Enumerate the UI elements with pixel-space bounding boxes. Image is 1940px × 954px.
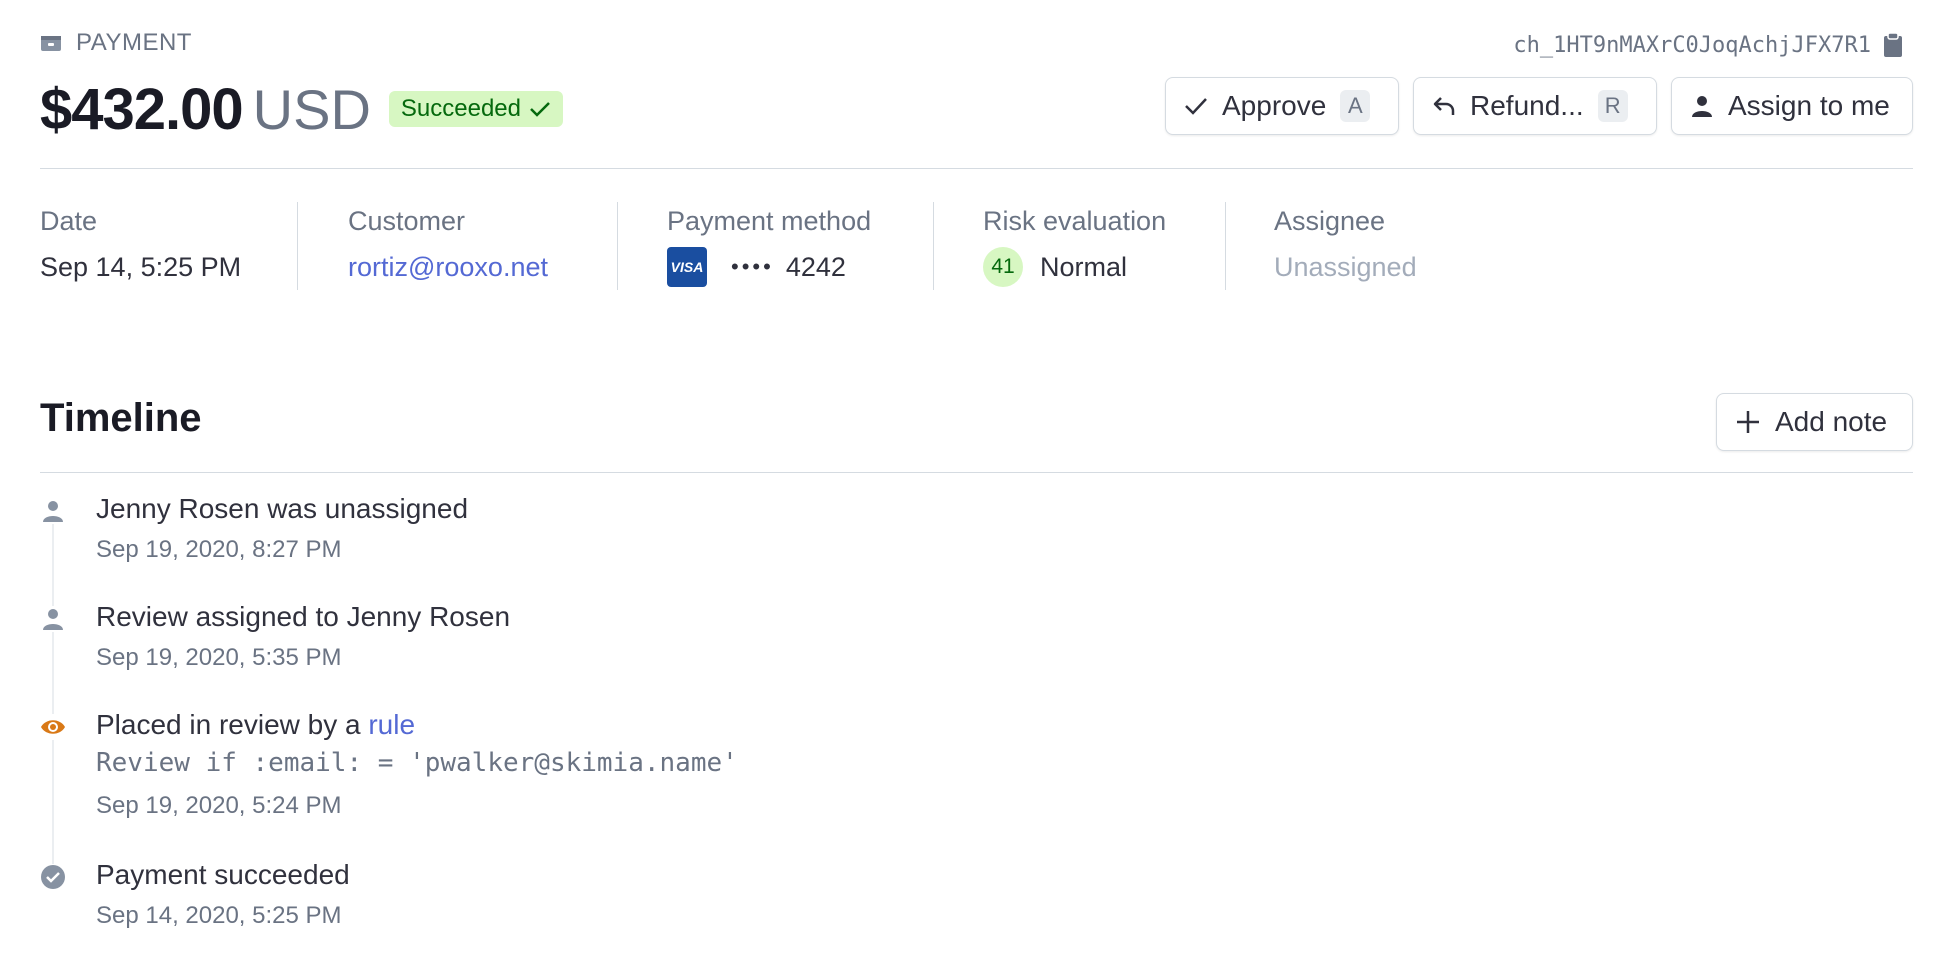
object-type-label: PAYMENT [40, 28, 192, 58]
status-badge-text: Succeeded [400, 95, 521, 122]
timeline-event-time: Sep 14, 2020, 5:25 PM [96, 902, 342, 929]
object-type-text: PAYMENT [76, 29, 192, 56]
summary-separator [297, 202, 298, 290]
amount-row: $432.00 USD Succeeded [40, 74, 563, 144]
refund-button[interactable]: Refund... R [1413, 77, 1657, 135]
timeline-event-time: Sep 19, 2020, 5:24 PM [96, 792, 342, 819]
risk-value: 41 Normal [983, 246, 1166, 288]
timeline-event-time: Sep 19, 2020, 8:27 PM [96, 536, 342, 563]
charge-id: ch_1HT9nMAXrC0JoqAchjJFX7R1 [1513, 28, 1903, 62]
customer-email-link[interactable]: rortiz@rooxo.net [348, 246, 548, 288]
rule-expression: Review if :email: = 'pwalker@skimia.name… [96, 748, 738, 778]
check-icon [530, 102, 550, 117]
customer-label: Customer [348, 206, 466, 236]
payment-currency: USD [252, 77, 371, 141]
person-icon [40, 498, 66, 524]
timeline-event-title: Jenny Rosen was unassigned [96, 493, 469, 524]
risk-level: Normal [1040, 252, 1128, 282]
assign-label: Assign to me [1728, 90, 1890, 121]
header-divider [40, 168, 1913, 169]
timeline-event-title-prefix: Placed in review by a [96, 709, 361, 740]
summary-payment-method: Payment method VISA •••• 4242 [667, 202, 871, 288]
check-icon [1185, 98, 1207, 115]
summary-risk: Risk evaluation 41 Normal [983, 202, 1166, 288]
payment-icon [41, 36, 61, 51]
charge-id-text: ch_1HT9nMAXrC0JoqAchjJFX7R1 [1513, 32, 1871, 58]
rule-link[interactable]: rule [368, 709, 415, 740]
add-note-label: Add note [1775, 406, 1888, 437]
payment-amount: $432.00 [40, 76, 244, 142]
visa-card-icon: VISA [667, 247, 707, 287]
timeline-event-title: Review assigned to Jenny Rosen [96, 601, 511, 632]
date-label: Date [40, 206, 98, 236]
summary-assignee: Assignee Unassigned [1274, 202, 1417, 288]
summary-date: Date Sep 14, 5:25 PM [40, 202, 241, 288]
plus-icon [1737, 411, 1759, 433]
timeline-event-title: Payment succeeded [96, 859, 350, 890]
approve-shortcut: A [1340, 90, 1371, 122]
timeline-heading: Timeline [40, 396, 202, 440]
payment-method-value: VISA •••• 4242 [667, 246, 871, 288]
card-last4: 4242 [785, 252, 846, 282]
approve-label: Approve [1222, 90, 1327, 121]
eye-icon [40, 714, 66, 740]
risk-score-badge: 41 [983, 247, 1023, 287]
approve-button[interactable]: Approve A [1165, 77, 1399, 135]
assignee-label: Assignee [1274, 206, 1386, 236]
timeline-divider [40, 472, 1913, 473]
check-circle-icon [40, 864, 66, 890]
summary-separator [933, 202, 934, 290]
summary-separator [617, 202, 618, 290]
card-mask-dots: •••• [731, 254, 774, 279]
assignee-value: Unassigned [1274, 252, 1417, 282]
payment-method-label: Payment method [667, 206, 872, 236]
status-badge: Succeeded [388, 91, 563, 127]
person-icon [40, 606, 66, 632]
timeline-event-time: Sep 19, 2020, 5:35 PM [96, 644, 342, 671]
risk-label: Risk evaluation [983, 206, 1167, 236]
date-value: Sep 14, 5:25 PM [40, 252, 242, 282]
refund-label: Refund... [1470, 90, 1584, 121]
timeline-event-title: Placed in review by a rule [96, 709, 415, 741]
assign-to-me-button[interactable]: Assign to me [1671, 77, 1913, 135]
summary-separator [1225, 202, 1226, 290]
refund-arrow-icon [1433, 97, 1455, 115]
clipboard-icon[interactable] [1883, 32, 1903, 58]
timeline-connector [52, 520, 54, 875]
refund-shortcut: R [1597, 90, 1628, 122]
summary-customer: Customer rortiz@rooxo.net [348, 202, 548, 288]
add-note-button[interactable]: Add note [1716, 393, 1913, 451]
person-icon [1692, 96, 1712, 117]
